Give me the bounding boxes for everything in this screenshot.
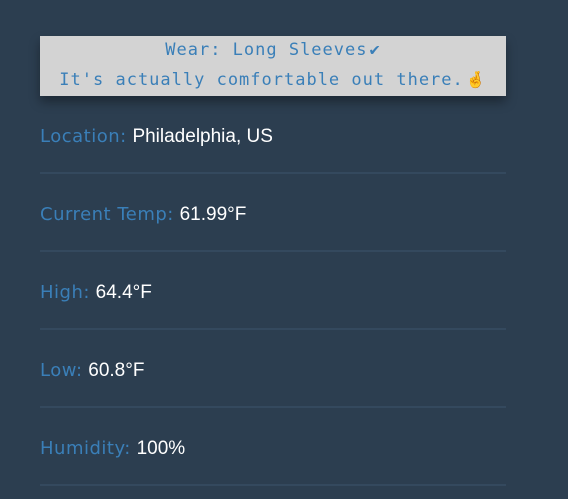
high-temp-value: 64.4°F [95,282,152,303]
current-temp-row: Current Temp: 61.99°F [40,174,506,252]
comfort-text: It's actually comfortable out there. [59,70,464,90]
location-row: Location: Philadelphia, US [40,96,506,174]
humidity-value: 100% [136,438,186,459]
low-temp-row: Low: 60.8°F [40,330,506,408]
humidity-label: Humidity: [40,438,131,459]
high-temp-label: High: [40,282,90,303]
fingers-crossed-icon: 🤞 [465,70,487,89]
location-label: Location: [40,126,127,147]
wear-recommendation-banner: Wear: Long Sleeves ✔ It's actually comfor… [40,36,506,96]
humidity-row: Humidity: 100% [40,408,506,486]
wear-text: Wear: Long Sleeves [165,40,368,60]
current-temp-value: 61.99°F [179,204,247,225]
low-temp-label: Low: [40,360,83,381]
low-temp-value: 60.8°F [88,360,145,381]
comfort-message: It's actually comfortable out there. 🤞 [40,70,506,90]
weather-details-list: Location: Philadelphia, US Current Temp:… [40,96,506,486]
high-temp-row: High: 64.4°F [40,252,506,330]
location-value: Philadelphia, US [132,126,273,147]
wear-recommendation: Wear: Long Sleeves ✔ [40,40,506,60]
check-icon: ✔ [369,40,381,60]
current-temp-label: Current Temp: [40,204,174,225]
